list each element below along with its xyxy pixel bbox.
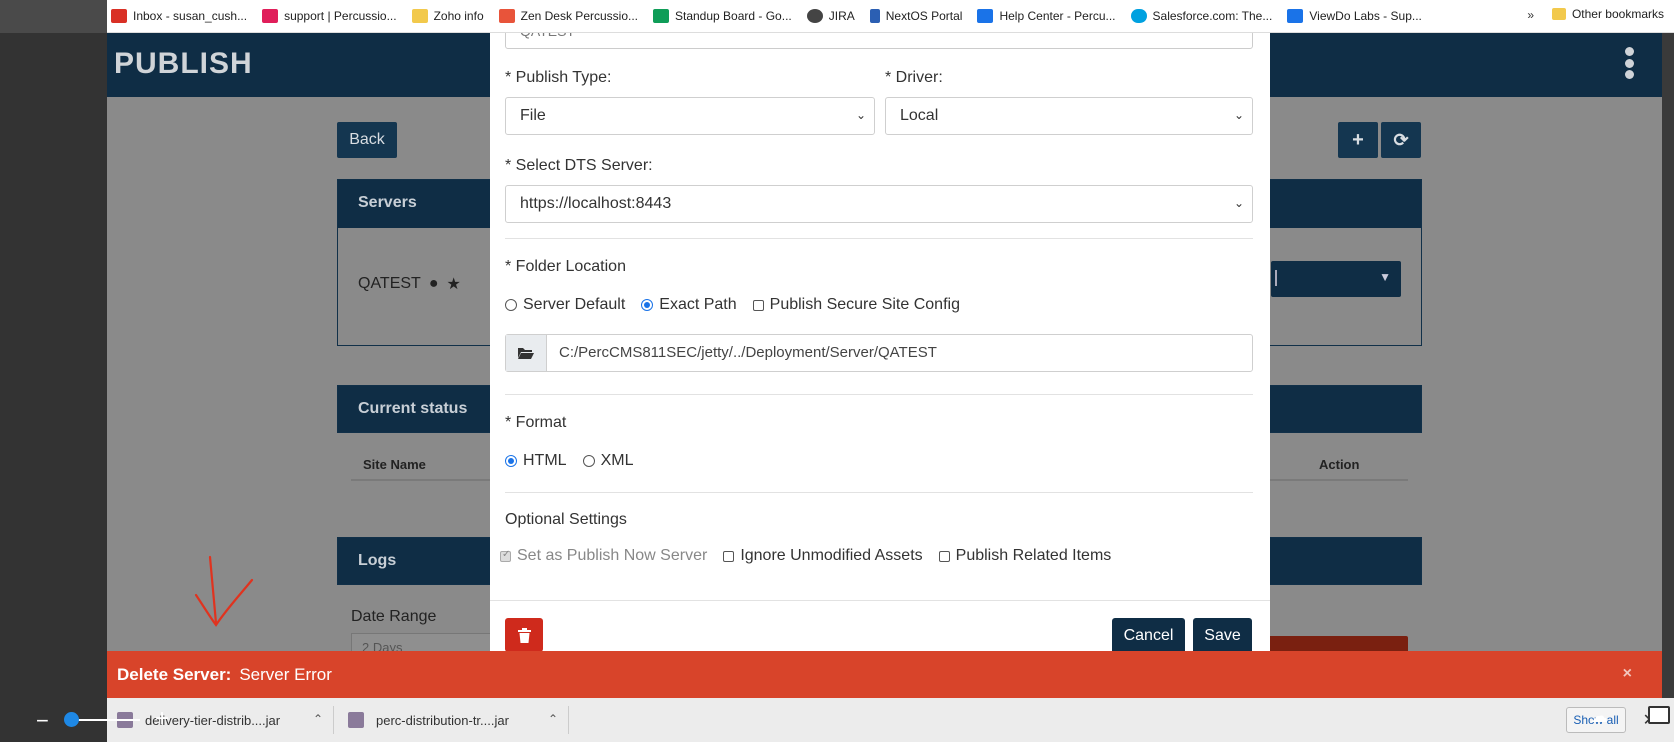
- optional-settings-options: Set as Publish Now Server Ignore Unmodif…: [500, 547, 1127, 565]
- publish-type-label: * Publish Type:: [505, 69, 612, 86]
- toast-message: Server Error: [239, 664, 332, 684]
- plus-icon: +: [1352, 128, 1364, 151]
- radio-format-html[interactable]: HTML: [505, 452, 567, 470]
- zoom-slider-handle[interactable]: [64, 712, 79, 727]
- chevron-down-icon: ⌄: [1233, 108, 1244, 122]
- radio-server-default[interactable]: Server Default: [505, 296, 625, 314]
- zoom-in-icon[interactable]: +: [155, 705, 169, 733]
- format-label: * Format: [505, 414, 567, 431]
- chevron-down-icon: ⌄: [855, 108, 866, 122]
- globe-icon: [806, 9, 823, 23]
- download-item[interactable]: perc-distribution-tr....jar ⌃: [348, 712, 558, 728]
- bookmark-helpcenter[interactable]: Help Center - Percu...: [977, 9, 1116, 23]
- divider: [505, 492, 1253, 493]
- caret-down-icon: ▼: [1379, 270, 1391, 284]
- percussion-icon: [1287, 9, 1304, 23]
- page-title: PUBLISH: [114, 47, 253, 80]
- file-icon: [348, 712, 364, 728]
- bookmark-standup[interactable]: Standup Board - Go...: [653, 9, 792, 23]
- arrow-annotation-icon: [194, 555, 254, 627]
- date-range-label: Date Range: [351, 608, 437, 625]
- zoom-slider-track[interactable]: [70, 719, 140, 721]
- checkbox-secure-site-config[interactable]: Publish Secure Site Config: [752, 296, 960, 314]
- col-site-name: Site Name: [363, 457, 426, 472]
- server-name-input[interactable]: QATEST: [505, 33, 1253, 49]
- server-row[interactable]: QATEST ● ★: [358, 274, 461, 294]
- cloud-download-icon[interactable]: ☁: [1590, 706, 1608, 727]
- divider: [505, 394, 1253, 395]
- folder-path-group: C:/PercCMS811SEC/jetty/../Deployment/Ser…: [505, 334, 1253, 372]
- driver-select[interactable]: Local ⌄: [885, 97, 1253, 135]
- add-server-button[interactable]: +: [1338, 122, 1378, 158]
- save-button[interactable]: Save: [1193, 618, 1252, 654]
- bookmark-zoho[interactable]: Zoho info: [411, 9, 484, 23]
- side-panel-icon[interactable]: [1648, 706, 1670, 724]
- globe-icon: ●: [428, 275, 439, 292]
- folder-location-label: * Folder Location: [505, 258, 626, 275]
- dts-server-label: * Select DTS Server:: [505, 157, 653, 174]
- bookmark-salesforce[interactable]: Salesforce.com: The...: [1130, 9, 1272, 23]
- error-toast: Delete Server: Server Error ×: [107, 651, 1662, 698]
- cancel-button[interactable]: Cancel: [1112, 618, 1185, 654]
- format-options: HTML XML: [505, 452, 649, 470]
- radio-format-xml[interactable]: XML: [582, 452, 633, 470]
- col-action: Action: [1319, 457, 1360, 472]
- percussion-icon: [498, 9, 515, 23]
- other-bookmarks[interactable]: Other bookmarks: [1551, 7, 1664, 21]
- bookmark-zendesk[interactable]: Zen Desk Percussio...: [498, 9, 638, 23]
- chevron-up-icon[interactable]: ⌃: [313, 712, 323, 726]
- trash-icon: [517, 627, 531, 643]
- bookmark-nextos[interactable]: NextOS Portal: [869, 9, 962, 23]
- server-name: QATEST: [358, 275, 421, 292]
- slack-icon: [262, 9, 279, 23]
- modal-footer-divider: [490, 600, 1270, 601]
- bookmarks-more-button[interactable]: »: [1527, 8, 1534, 22]
- close-icon[interactable]: ×: [1623, 665, 1632, 683]
- refresh-icon: ⟳: [1393, 129, 1409, 150]
- folder-location-options: Server Default Exact Path Publish Secure…: [505, 296, 976, 314]
- driver-label: * Driver:: [885, 69, 943, 86]
- chevron-up-icon[interactable]: ⌃: [548, 712, 558, 726]
- kebab-menu-icon[interactable]: [1624, 47, 1634, 79]
- gmail-icon: [111, 9, 127, 23]
- star-icon: ★: [446, 276, 461, 293]
- server-action-select[interactable]: ▼: [1271, 261, 1401, 297]
- zoom-out-icon[interactable]: −: [36, 708, 49, 734]
- optional-settings-label: Optional Settings: [505, 511, 627, 528]
- divider: [505, 238, 1253, 239]
- checkbox-publish-related[interactable]: Publish Related Items: [938, 547, 1111, 565]
- folder-icon: [411, 9, 428, 23]
- sheets-icon: [653, 9, 669, 23]
- bookmarks-bar: Inbox - susan_cush... support | Percussi…: [107, 0, 1674, 33]
- salesforce-icon: [1130, 9, 1147, 23]
- edit-server-modal: QATEST * Publish Type: File ⌄ * Driver: …: [490, 33, 1270, 668]
- left-dark-top: [0, 0, 107, 33]
- percussion-icon: [977, 9, 994, 23]
- radio-exact-path[interactable]: Exact Path: [641, 296, 737, 314]
- bookmark-gmail[interactable]: Inbox - susan_cush...: [111, 9, 247, 23]
- publish-type-select[interactable]: File ⌄: [505, 97, 875, 135]
- bookmark-jira[interactable]: JIRA: [806, 9, 855, 23]
- download-bar: delivery-tier-distrib....jar ⌃ perc-dist…: [107, 698, 1674, 742]
- chevron-down-icon: ⌄: [1233, 196, 1244, 210]
- folder-path-input[interactable]: C:/PercCMS811SEC/jetty/../Deployment/Ser…: [547, 335, 1252, 371]
- left-dark-area: [0, 0, 107, 742]
- zoom-control: − +: [0, 700, 180, 740]
- bookmark-slack[interactable]: support | Percussio...: [262, 9, 397, 23]
- refresh-button[interactable]: ⟳: [1381, 122, 1421, 158]
- person-icon: [869, 9, 880, 23]
- folder-open-icon[interactable]: [506, 335, 547, 371]
- checkbox-publish-now-server[interactable]: Set as Publish Now Server: [500, 547, 707, 565]
- folder-icon: [1551, 8, 1566, 20]
- bookmark-viewdo[interactable]: ViewDo Labs - Sup...: [1287, 9, 1422, 23]
- delete-server-button[interactable]: [505, 618, 543, 652]
- dts-server-select[interactable]: https://localhost:8443 ⌄: [505, 185, 1253, 223]
- back-button[interactable]: Back: [337, 122, 397, 158]
- toast-title: Delete Server:: [117, 664, 232, 684]
- checkbox-ignore-unmodified[interactable]: Ignore Unmodified Assets: [723, 547, 923, 565]
